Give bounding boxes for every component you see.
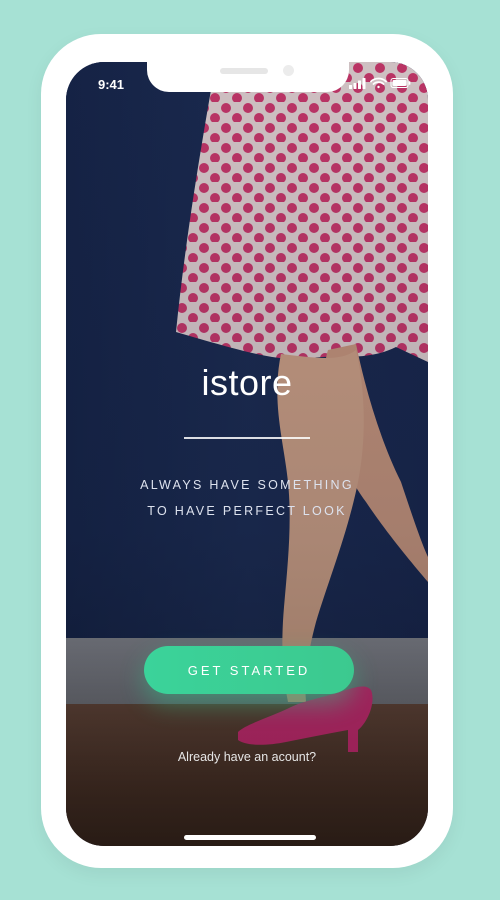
photo-dark-overlay <box>66 62 428 846</box>
login-link[interactable]: Already have an acount? <box>66 750 428 764</box>
notch <box>147 62 349 92</box>
wifi-icon <box>370 77 387 89</box>
get-started-button[interactable]: GET STARTED <box>144 646 354 694</box>
tagline-line-1: ALWAYS HAVE SOMETHING <box>140 478 354 492</box>
status-icons <box>349 77 411 89</box>
app-logo-text: istore <box>201 362 293 403</box>
tagline-line-2: TO HAVE PERFECT LOOK <box>147 504 347 518</box>
status-time: 9:41 <box>98 77 125 92</box>
front-camera <box>283 65 294 76</box>
battery-icon <box>390 78 411 88</box>
background-photo <box>66 62 428 846</box>
signal-icon <box>349 78 366 89</box>
app-screen <box>66 62 428 846</box>
home-indicator[interactable] <box>184 835 316 840</box>
tagline: ALWAYS HAVE SOMETHING TO HAVE PERFECT LO… <box>66 472 428 524</box>
title-divider <box>184 437 310 439</box>
speaker-grille <box>220 68 268 74</box>
